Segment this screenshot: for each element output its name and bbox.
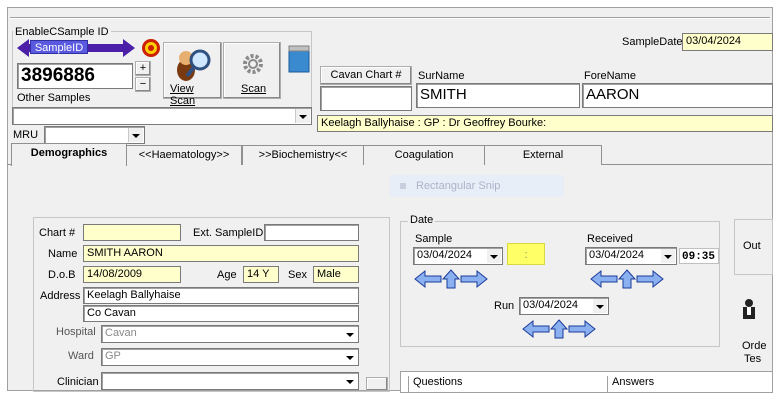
notepad-icon[interactable] xyxy=(288,45,310,73)
name-field[interactable]: SMITH AARON xyxy=(83,245,359,262)
mru-label: MRU xyxy=(13,129,39,141)
sample-id-frame-legend: EnableCSample ID xyxy=(13,26,111,38)
address-label: Address xyxy=(40,290,81,302)
sample-date-field[interactable]: 03/04/2024 xyxy=(682,33,773,51)
dob-field[interactable]: 14/08/2009 xyxy=(83,266,181,283)
other-samples-dropdown[interactable] xyxy=(12,107,312,125)
sample-id-label: SampleID xyxy=(30,40,88,54)
scan-button[interactable]: Scan xyxy=(223,42,281,99)
view-scan-button[interactable]: View Scan xyxy=(163,42,222,107)
magnifier-person-icon xyxy=(177,49,211,81)
chart-number-button[interactable]: Cavan Chart # xyxy=(320,66,412,85)
sample-date-label-2: Sample xyxy=(415,233,453,245)
answers-column-header[interactable]: Answers xyxy=(607,376,773,392)
run-date-nav[interactable] xyxy=(521,318,597,340)
out-label: Out xyxy=(743,240,761,252)
address-line2-field[interactable]: Co Cavan xyxy=(83,305,359,322)
date-nav-arrows-icon xyxy=(414,269,488,289)
date-frame-legend: Date xyxy=(408,214,436,226)
received-time-field[interactable]: 09:35 xyxy=(679,248,719,264)
forename-field[interactable]: AARON xyxy=(582,83,773,108)
decrement-button[interactable]: − xyxy=(135,77,151,92)
sample-date-nav[interactable] xyxy=(413,268,489,290)
snip-icon xyxy=(400,183,406,189)
chevron-down-icon xyxy=(593,298,608,314)
doctor-icon[interactable] xyxy=(740,298,758,320)
tab-biochemistry[interactable]: >>Biochemistry<< xyxy=(242,145,364,165)
surname-label: SurName xyxy=(418,70,465,82)
top-divider xyxy=(10,17,770,19)
age-field[interactable]: 14 Y xyxy=(243,266,279,283)
forename-label: ForeName xyxy=(584,70,636,82)
questions-column-header[interactable]: Questions xyxy=(408,376,608,392)
hospital-dropdown[interactable]: Cavan xyxy=(101,325,359,343)
order-label: Orde xyxy=(742,340,767,352)
chevron-down-icon xyxy=(661,248,676,264)
tab-external[interactable]: External xyxy=(484,145,602,165)
date-nav-arrows-icon xyxy=(522,319,596,339)
tab-demographics[interactable]: Demographics xyxy=(11,143,127,166)
gear-icon xyxy=(243,54,263,74)
address-line1-field[interactable]: Keelagh Ballyhaise xyxy=(83,287,359,304)
clinician-dropdown[interactable] xyxy=(101,372,359,390)
received-date-nav[interactable] xyxy=(589,268,665,290)
chevron-down-icon xyxy=(342,349,358,365)
ward-dropdown[interactable]: GP xyxy=(101,348,359,366)
chart-label: Chart # xyxy=(39,227,76,239)
tab-coagulation[interactable]: Coagulation xyxy=(363,145,485,165)
increment-button[interactable]: + xyxy=(135,61,151,76)
dob-label: D.o.B xyxy=(48,269,76,281)
received-label: Received xyxy=(587,233,633,245)
name-label: Name xyxy=(48,248,78,260)
surname-field[interactable]: SMITH xyxy=(416,83,580,108)
mru-dropdown[interactable] xyxy=(44,126,145,144)
snip-overlay: Rectangular Snip xyxy=(390,175,564,197)
sample-date-label: SampleDate xyxy=(622,36,683,48)
run-label: Run xyxy=(494,300,515,312)
tab-haematology[interactable]: <<Haematology>> xyxy=(126,145,242,165)
age-label: Age xyxy=(217,269,237,281)
chevron-down-icon xyxy=(295,109,310,123)
sample-time-field[interactable]: : xyxy=(507,243,545,265)
target-icon[interactable] xyxy=(141,38,161,58)
snip-label: Rectangular Snip xyxy=(416,180,501,192)
ward-label: Ward xyxy=(68,350,94,362)
sex-field[interactable]: Male xyxy=(313,266,359,283)
scan-label: Scan xyxy=(241,83,267,95)
hospital-label: Hospital xyxy=(56,326,96,338)
chevron-down-icon xyxy=(342,373,358,389)
chevron-down-icon xyxy=(487,248,502,264)
chevron-down-icon xyxy=(342,326,358,342)
tests-label: Tes xyxy=(744,353,762,365)
clinician-label: Clinician xyxy=(57,376,99,388)
clinician-extra-button[interactable] xyxy=(366,377,388,391)
chart-number-input[interactable] xyxy=(320,86,412,111)
chart-field[interactable] xyxy=(83,224,181,241)
other-samples-label: Other Samples xyxy=(17,92,91,104)
sample-id-input[interactable]: 3896886 xyxy=(17,63,133,89)
chevron-down-icon xyxy=(128,128,143,142)
ext-sample-label: Ext. SampleID xyxy=(193,227,264,239)
date-nav-arrows-icon xyxy=(590,269,664,289)
ext-sample-field[interactable] xyxy=(264,224,359,241)
patient-info-line: Keelagh Ballyhaise : GP : Dr Geoffrey Bo… xyxy=(317,115,773,132)
view-scan-label: View Scan xyxy=(170,83,196,107)
sex-label: Sex xyxy=(288,269,307,281)
